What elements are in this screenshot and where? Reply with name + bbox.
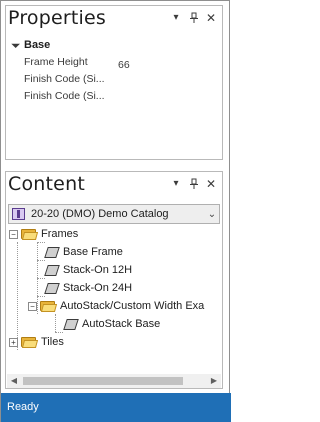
tree-node-label: AutoStack Base [82,318,161,330]
properties-title: Properties [8,7,107,29]
tree-connector [37,278,45,279]
property-name: Frame Height [24,56,88,68]
property-row[interactable]: Finish Code (Si... [24,90,118,104]
horizontal-scrollbar[interactable]: ◀ ▶ [7,374,221,388]
property-value[interactable]: 66 [118,59,130,71]
folder-open-icon [40,300,58,312]
collapse-toggle-icon[interactable]: − [28,301,37,311]
tree-node-label: Frames [41,228,79,240]
tree-node-label: Stack-On 12H [63,264,133,276]
tree-node-label: Stack-On 24H [63,282,133,294]
tree-connector [55,314,56,332]
catalog-selector[interactable]: 20-20 (DMO) Demo Catalog ⌄ [8,204,220,224]
property-group-label: Base [24,39,51,51]
frame-item-icon [44,264,60,276]
content-panel: Content ▾ ✕ 20-20 (DMO) Demo Catalog ⌄ − [5,171,223,389]
tree-node-label: Base Frame [63,246,123,258]
property-name: Finish Code (Si... [24,90,105,102]
frame-item-icon [44,246,60,258]
tree-node-stack-on-24h[interactable]: Stack-On 24H [44,279,133,297]
properties-panel: Properties ▾ ✕ ◢ Base Frame Height 66 Fin… [5,5,223,160]
tree-node-label: Tiles [41,336,64,348]
status-text: Ready [7,401,39,413]
catalog-selector-value: 20-20 (DMO) Demo Catalog [31,208,169,220]
content-header: Content ▾ ✕ [6,172,222,198]
properties-header: Properties ▾ ✕ [6,6,222,32]
tree-node-autostack-folder[interactable]: − AutoStack/Custom Width Exa [28,297,204,315]
tree-node-stack-on-12h[interactable]: Stack-On 12H [44,261,133,279]
chevron-down-icon[interactable]: ⌄ [205,209,219,220]
tree-node-label: AutoStack/Custom Width Exa [60,300,205,312]
frame-item-icon [44,282,60,294]
pin-icon[interactable] [188,12,200,24]
tree-connector [37,260,45,261]
tree-node-base-frame[interactable]: Base Frame [44,243,123,261]
tree-node-autostack-base[interactable]: AutoStack Base [63,315,161,333]
scroll-left-icon[interactable]: ◀ [7,374,21,388]
property-row[interactable]: Finish Code (Si... [24,73,118,87]
content-title: Content [8,173,85,195]
dropdown-icon[interactable]: ▾ [170,178,182,190]
folder-open-icon [21,228,39,240]
expand-toggle-icon[interactable]: + [9,337,18,347]
scrollbar-thumb[interactable] [23,377,183,385]
catalog-icon [12,208,25,220]
tree-node-frames[interactable]: − Frames [9,228,78,243]
tree-node-tiles[interactable]: + Tiles [9,333,64,351]
scroll-right-icon[interactable]: ▶ [207,374,221,388]
folder-icon [21,336,39,348]
frame-item-icon [63,318,79,330]
dropdown-icon[interactable]: ▾ [170,12,182,24]
property-row[interactable]: Frame Height 66 [24,56,130,71]
pin-icon[interactable] [188,178,200,190]
status-bar: Ready [1,393,231,422]
property-name: Finish Code (Si... [24,73,105,85]
property-group-base[interactable]: ◢ Base [11,38,51,52]
content-tree: − Frames Base Frame Stack-On 12H Stack-O… [6,228,222,372]
app-window: Properties ▾ ✕ ◢ Base Frame Height 66 Fin… [0,0,231,422]
close-icon[interactable]: ✕ [205,12,217,24]
close-icon[interactable]: ✕ [205,178,217,190]
collapse-toggle-icon[interactable]: − [9,229,18,239]
